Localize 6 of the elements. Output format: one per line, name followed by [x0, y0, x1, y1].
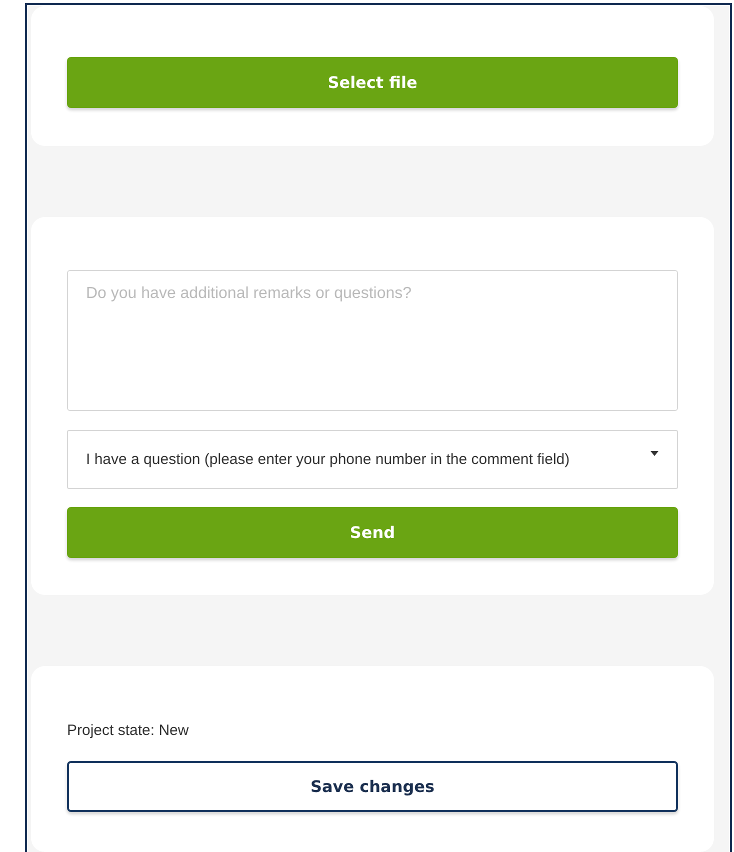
comment-field[interactable]: Do you have additional remarks or questions?	[67, 270, 678, 411]
caret-icon	[650, 451, 659, 456]
save-changes-button[interactable]: Save changes	[67, 761, 678, 812]
dropdown-value: I have a question (please enter your phone number in the comment field)	[86, 451, 570, 468]
topic-dropdown[interactable]: I have a question (please enter your phone number in the comment field)	[67, 430, 678, 489]
project-state-text: Project state: New	[67, 722, 190, 739]
